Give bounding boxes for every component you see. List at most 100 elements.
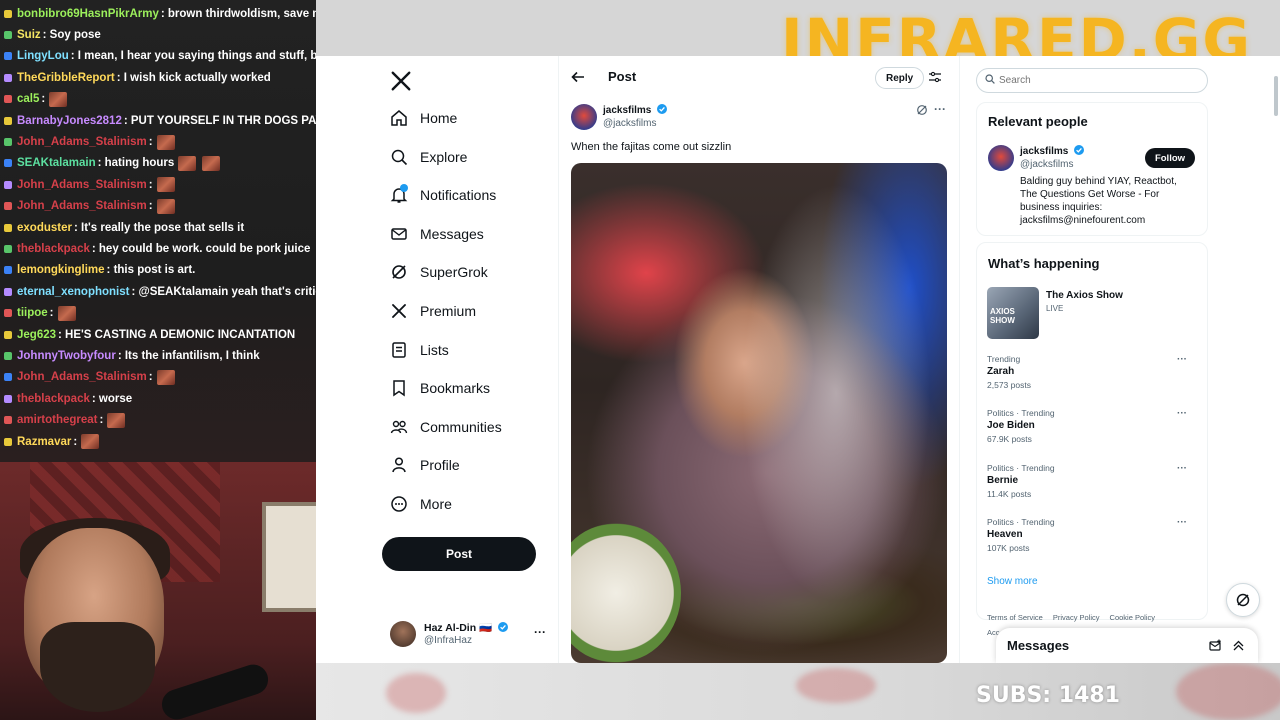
chat-username[interactable]: theblackpack — [17, 393, 90, 405]
home-icon — [391, 110, 407, 126]
nav-item-label: Lists — [420, 341, 449, 358]
nav-item-bookmarks[interactable]: Bookmarks — [390, 373, 490, 403]
follow-button[interactable]: Follow — [1145, 148, 1195, 168]
nav-item-label: Bookmarks — [420, 380, 491, 397]
nav-item-premium[interactable]: Premium — [390, 296, 476, 326]
trend-item[interactable]: Politics · Trending Joe Biden 67.9K posts ·… — [987, 408, 1197, 452]
chat-username[interactable]: BarnabyJones2812 — [17, 115, 122, 127]
nav-item-communities[interactable]: Communities — [390, 412, 502, 442]
chat-message: John_Adams_Stalinism: — [0, 367, 316, 388]
framed-portrait — [262, 502, 316, 612]
show-more-link[interactable]: Show more — [987, 576, 1038, 587]
author-avatar[interactable] — [571, 104, 597, 130]
relevant-handle[interactable]: @jacksfilms — [1020, 159, 1074, 170]
chevron-up-icon[interactable] — [1232, 639, 1245, 652]
chat-username[interactable]: bonbibro69HasnPikrArmy — [17, 8, 159, 20]
chat-message: TheGribbleReport: I wish kick actually w… — [0, 67, 316, 88]
chat-message-text: : I wish kick actually worked — [116, 71, 271, 84]
filter-icon[interactable] — [929, 71, 941, 83]
nav-item-lists[interactable]: Lists — [390, 335, 449, 365]
messages-drawer-title: Messages — [1007, 638, 1070, 653]
chat-badge-icon — [4, 73, 12, 82]
trend-more-icon[interactable]: ··· — [1177, 517, 1187, 528]
chat-message: tiipoe: — [0, 302, 316, 323]
list-icon — [392, 341, 406, 358]
chat-username[interactable]: JohnnyTwobyfour — [17, 350, 116, 362]
nav-item-home[interactable]: Home — [390, 103, 457, 133]
chat-username[interactable]: eternal_xenophonist — [17, 286, 129, 298]
live-badge: LIVE — [1046, 304, 1064, 313]
axios-thumbnail[interactable]: AXIOS SHOW — [987, 287, 1039, 339]
nav-item-profile[interactable]: Profile — [390, 450, 460, 480]
messages-drawer[interactable]: Messages — [996, 628, 1258, 663]
chat-username[interactable]: John_Adams_Stalinism — [17, 200, 147, 212]
chat-message: theblackpack: hey could be work. could b… — [0, 238, 316, 259]
post-more-icon[interactable]: ··· — [934, 102, 946, 116]
chat-message: John_Adams_Stalinism: — [0, 131, 316, 152]
chat-username[interactable]: Suiz — [17, 29, 41, 41]
footer-link[interactable]: Privacy Policy — [1053, 613, 1100, 622]
avatar[interactable] — [988, 145, 1014, 171]
chat-username[interactable]: John_Adams_Stalinism — [17, 371, 147, 383]
chat-message-text: : PUT YOURSELF IN THR DOGS PAWS — [123, 114, 316, 127]
account-more-icon[interactable]: ··· — [534, 625, 546, 639]
chat-username[interactable]: exoduster — [17, 222, 72, 234]
trend-more-icon[interactable]: ··· — [1177, 408, 1187, 419]
chat-badge-icon — [4, 223, 12, 232]
chat-message-text: : — [148, 371, 153, 384]
footer-link[interactable]: Terms of Service — [987, 613, 1043, 622]
nav-item-label: Profile — [420, 457, 460, 474]
chat-message-text: : this post is art. — [106, 264, 196, 277]
author-handle[interactable]: @jacksfilms — [603, 118, 657, 129]
streamer-beard — [40, 622, 155, 712]
nav-item-messages[interactable]: Messages — [390, 219, 484, 249]
chat-username[interactable]: theblackpack — [17, 243, 90, 255]
right-sidebar: Relevant people jacksfilms @jacksfilms F… — [976, 56, 1208, 663]
trend-more-icon[interactable]: ··· — [1177, 463, 1187, 474]
chat-username[interactable]: tiipoe — [17, 307, 48, 319]
author-name[interactable]: jacksfilms — [603, 104, 668, 116]
chat-message: lemongkinglime: this post is art. — [0, 260, 316, 281]
trend-item[interactable]: Politics · Trending Bernie 11.4K posts ··· — [987, 463, 1197, 507]
chat-username[interactable]: LingyLou — [17, 50, 69, 62]
relevant-bio: Balding guy behind YIAY, Reactbot, The Q… — [1020, 176, 1177, 226]
trend-item[interactable]: Trending Zarah 2,573 posts ··· — [987, 354, 1197, 398]
relevant-name[interactable]: jacksfilms — [1020, 145, 1085, 157]
nav-item-supergrok[interactable]: SuperGrok — [390, 257, 488, 287]
chat-username[interactable]: SEAKtalamain — [17, 157, 96, 169]
chat-username[interactable]: lemongkinglime — [17, 264, 105, 276]
chat-username[interactable]: Razmavar — [17, 436, 71, 448]
chat-message-text: : — [148, 136, 153, 149]
account-switcher[interactable]: Haz Al-Din 🇷🇺 @InfraHaz ··· — [390, 619, 550, 649]
post-image[interactable] — [571, 163, 947, 663]
chat-username[interactable]: TheGribbleReport — [17, 72, 115, 84]
chat-message-text: : — [41, 93, 46, 106]
trend-more-icon[interactable]: ··· — [1177, 354, 1187, 365]
person-icon — [392, 457, 406, 473]
post-button[interactable]: Post — [382, 537, 536, 571]
chat-username[interactable]: John_Adams_Stalinism — [17, 179, 147, 191]
chat-username[interactable]: amirtothegreat — [17, 414, 98, 426]
grok-icon[interactable] — [916, 104, 928, 116]
x-left-nav: Home Explore Notifications Messages SuperGro… — [316, 56, 558, 663]
grok-floating-button[interactable] — [1226, 583, 1260, 617]
post-header: Post Reply — [559, 64, 959, 92]
axios-title[interactable]: The Axios Show — [1046, 290, 1123, 301]
search-input[interactable] — [976, 68, 1208, 93]
verified-badge-icon — [1074, 145, 1085, 155]
nav-item-label: Messages — [420, 225, 484, 242]
footer-link[interactable]: Cookie Policy — [1110, 613, 1155, 622]
chat-username[interactable]: cal5 — [17, 93, 39, 105]
page-scrollbar[interactable] — [1274, 76, 1278, 116]
x-logo-icon[interactable] — [390, 70, 412, 92]
chat-message-text: : — [148, 178, 153, 191]
nav-item-more[interactable]: More — [390, 489, 452, 519]
reply-button[interactable]: Reply — [875, 67, 925, 89]
back-arrow-icon[interactable] — [571, 70, 585, 84]
chat-username[interactable]: John_Adams_Stalinism — [17, 136, 147, 148]
trend-item[interactable]: Politics · Trending Heaven 107K posts ··· — [987, 517, 1197, 561]
chat-username[interactable]: Jeg623 — [17, 329, 56, 341]
nav-item-explore[interactable]: Explore — [390, 142, 467, 172]
trend-category: Politics · Trending — [987, 462, 1055, 473]
new-message-icon[interactable] — [1209, 639, 1222, 652]
